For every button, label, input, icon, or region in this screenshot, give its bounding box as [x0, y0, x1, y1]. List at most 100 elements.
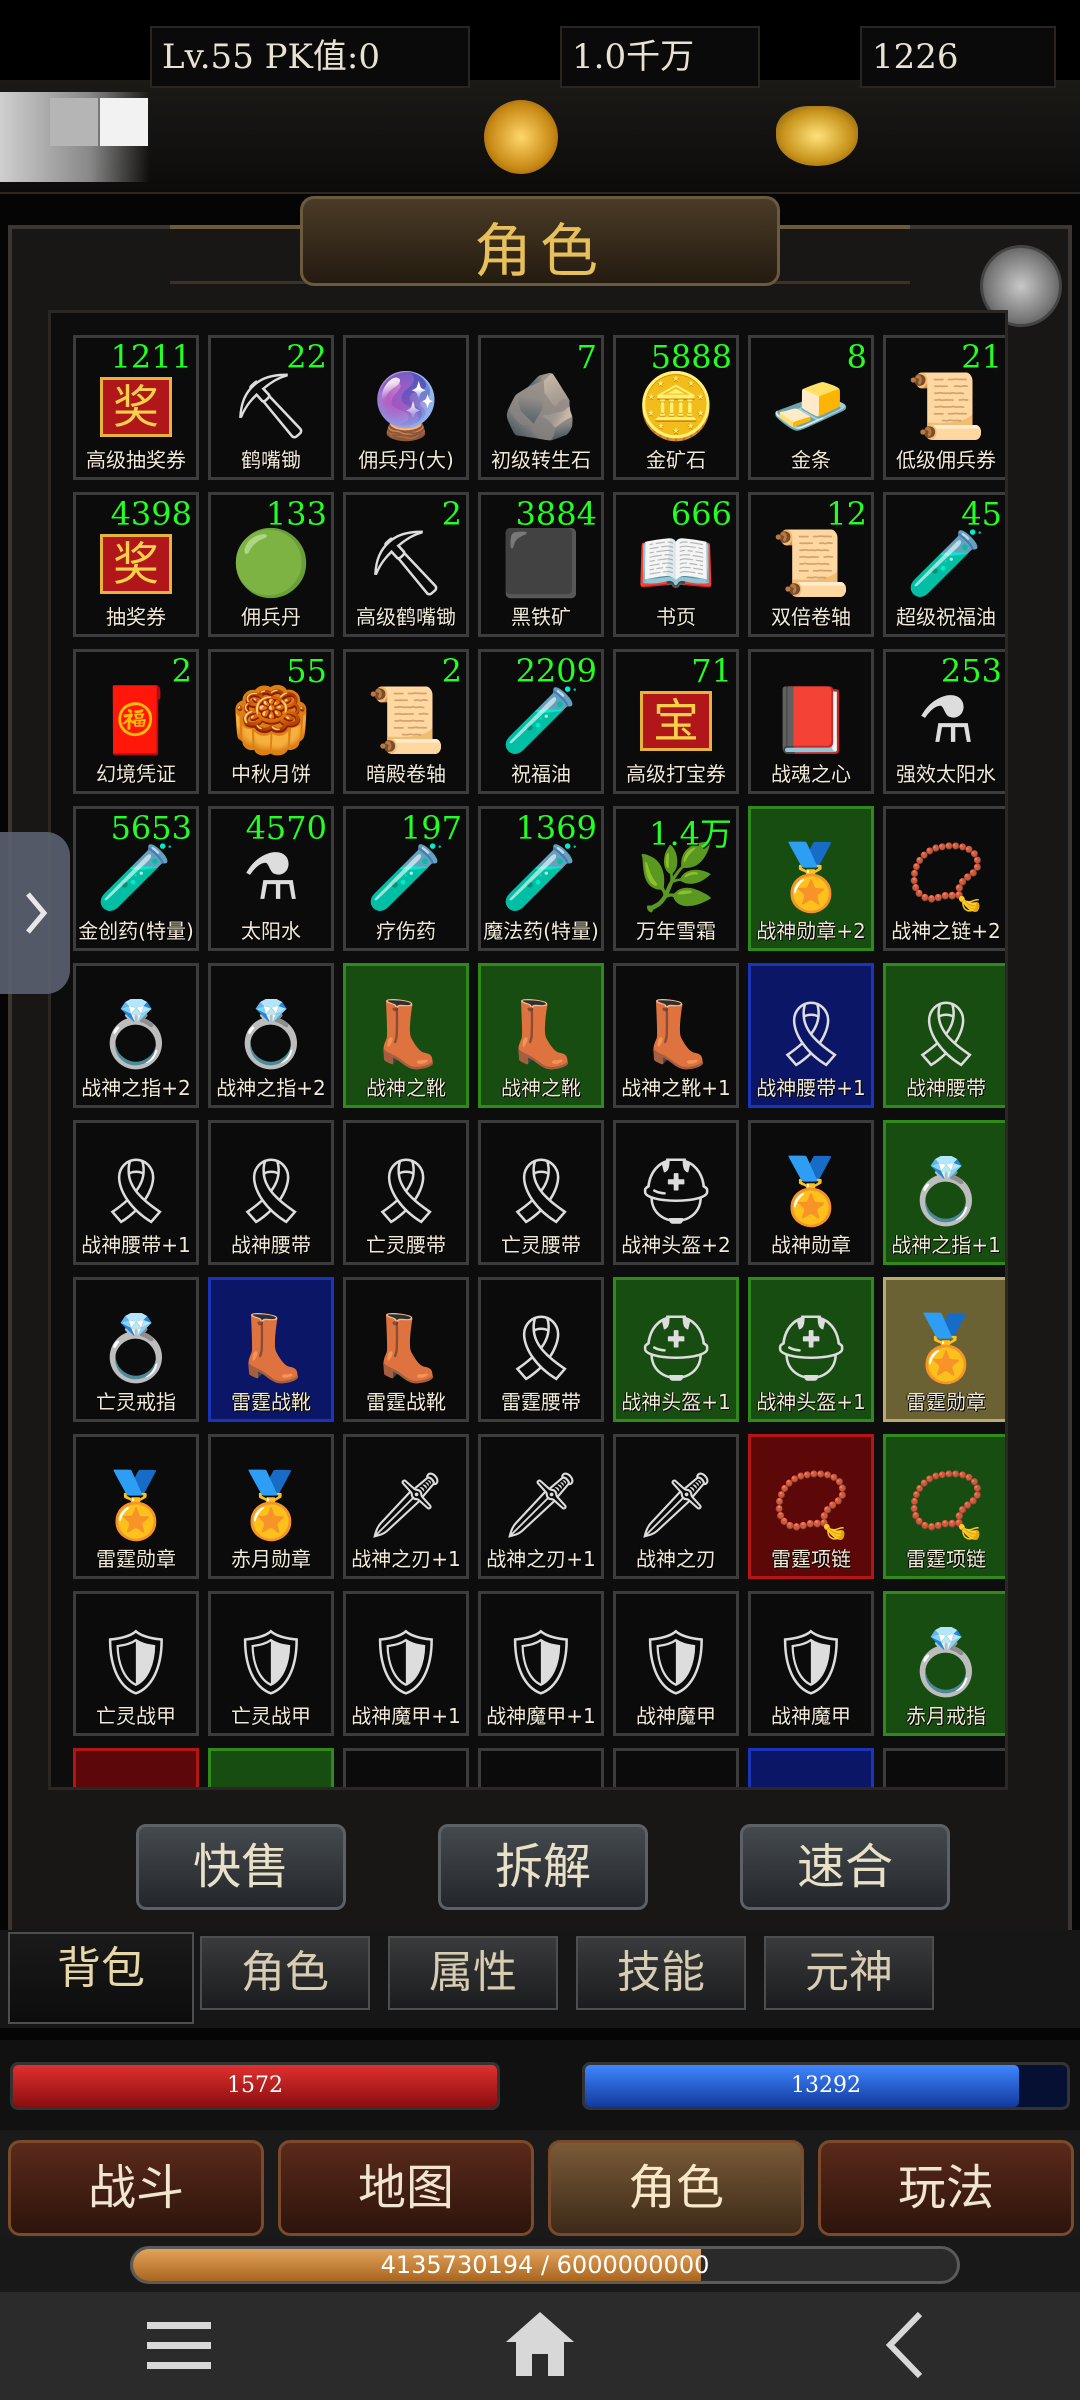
- inventory-slot[interactable]: ⛑ 战神头盔+1: [748, 1277, 874, 1422]
- inventory-slot[interactable]: 奖 4398 抽奖券: [73, 492, 199, 637]
- inventory-slot[interactable]: ⚗ 4570 太阳水: [208, 806, 334, 951]
- item-icon: 奖: [100, 377, 172, 438]
- inventory-slot[interactable]: [208, 1748, 334, 1787]
- inventory-slot[interactable]: 👢 战神之靴+1: [613, 963, 739, 1108]
- item-name: 金条: [791, 448, 831, 472]
- inventory-slot[interactable]: 🧪 45 超级祝福油: [883, 492, 1005, 637]
- inventory-slot[interactable]: 🎗 战神腰带: [208, 1120, 334, 1265]
- inventory-slot[interactable]: 🧪 5653 金创药(特量): [73, 806, 199, 951]
- inventory-slot[interactable]: 🧪 1369 魔法药(特量): [478, 806, 604, 951]
- inventory-slot[interactable]: 🪙 5888 金矿石: [613, 335, 739, 480]
- inventory-slot[interactable]: 🏅 雷霆勋章: [883, 1277, 1005, 1422]
- item-name: 太阳水: [241, 919, 301, 943]
- tab-bag[interactable]: 背包: [8, 1932, 194, 2024]
- inventory-slot[interactable]: 💍 亡灵戒指: [73, 1277, 199, 1422]
- tab-attributes[interactable]: 属性: [388, 1936, 558, 2010]
- inventory-slot[interactable]: 🎗 战神腰带: [883, 963, 1005, 1108]
- inventory-slot[interactable]: 🏅 战神勋章+2: [748, 806, 874, 951]
- inventory-slot[interactable]: 📜 12 双倍卷轴: [748, 492, 874, 637]
- inventory-slot[interactable]: 🛡 战神魔甲+1: [343, 1591, 469, 1736]
- avatar-pixel: [100, 98, 148, 146]
- inventory-slot[interactable]: ⛏ 2 高级鹤嘴锄: [343, 492, 469, 637]
- inventory-slot[interactable]: 💍 赤月戒指: [883, 1591, 1005, 1736]
- inventory-slot[interactable]: 🛡 战神魔甲+1: [478, 1591, 604, 1736]
- inventory-slot[interactable]: 🛡 战神魔甲: [613, 1591, 739, 1736]
- inventory-slot[interactable]: 🎗 亡灵腰带: [343, 1120, 469, 1265]
- inventory-slot[interactable]: ⛏ 22 鹤嘴锄: [208, 335, 334, 480]
- item-icon: 🏅: [906, 1312, 986, 1387]
- inventory-slot[interactable]: 📖 666 书页: [613, 492, 739, 637]
- inventory-grid[interactable]: 奖 1211 高级抽奖券 ⛏ 22 鹤嘴锄 🔮 佣兵丹(大) 🪨 7 初级转生石 🪙 5888 金矿石 🧈 8…: [48, 310, 1008, 1790]
- inventory-slot[interactable]: 🧪 197 疗伤药: [343, 806, 469, 951]
- inventory-slot[interactable]: 💍 战神之指+2: [208, 963, 334, 1108]
- inventory-slot[interactable]: 📿 雷霆项链: [748, 1434, 874, 1579]
- inventory-slot[interactable]: 🛡 战神魔甲: [748, 1591, 874, 1736]
- inventory-slot[interactable]: ⛑ 战神头盔+2: [613, 1120, 739, 1265]
- tab-spirit[interactable]: 元神: [764, 1936, 934, 2010]
- inventory-slot[interactable]: 📿 雷霆项链: [883, 1434, 1005, 1579]
- inventory-slot[interactable]: 📜 21 低级佣兵券: [883, 335, 1005, 480]
- dismantle-button[interactable]: 拆解: [438, 1824, 648, 1910]
- inventory-slot[interactable]: 🗡 战神之刃+1: [478, 1434, 604, 1579]
- item-icon: 🗡: [365, 1469, 447, 1544]
- inventory-slot[interactable]: 🛡 亡灵战甲: [208, 1591, 334, 1736]
- inventory-slot[interactable]: ⬛ 3884 黑铁矿: [478, 492, 604, 637]
- item-name: 强效太阳水: [896, 762, 996, 786]
- inventory-slot[interactable]: 🎗 战神腰带+1: [73, 1120, 199, 1265]
- inventory-slot[interactable]: 👢 雷霆战靴: [208, 1277, 334, 1422]
- inventory-slot[interactable]: 🎗 亡灵腰带: [478, 1120, 604, 1265]
- inventory-slot[interactable]: 💍 战神之指+2: [73, 963, 199, 1108]
- side-expand-tab[interactable]: [0, 832, 70, 994]
- inventory-slot[interactable]: [613, 1748, 739, 1787]
- back-icon[interactable]: [880, 2310, 930, 2384]
- inventory-slot[interactable]: 🧪 2209 祝福油: [478, 649, 604, 794]
- item-icon: ⛑: [635, 1312, 717, 1387]
- inventory-slot[interactable]: 🪨 7 初级转生石: [478, 335, 604, 480]
- inventory-slot[interactable]: 📿 战神之链+2: [883, 806, 1005, 951]
- item-name: 雷霆项链: [771, 1547, 851, 1571]
- home-icon[interactable]: [504, 2310, 576, 2382]
- inventory-slot[interactable]: 🧧 2 幻境凭证: [73, 649, 199, 794]
- inventory-slot[interactable]: 💍 战神之指+1: [883, 1120, 1005, 1265]
- inventory-slot[interactable]: 🏅 赤月勋章: [208, 1434, 334, 1579]
- inventory-slot[interactable]: [73, 1748, 199, 1787]
- menu-icon[interactable]: [145, 2318, 215, 2378]
- inventory-slot[interactable]: [883, 1748, 1005, 1787]
- item-count: 55: [286, 652, 327, 690]
- item-name: 抽奖券: [106, 605, 166, 629]
- inventory-slot[interactable]: 🔮 佣兵丹(大): [343, 335, 469, 480]
- inventory-slot[interactable]: 奖 1211 高级抽奖券: [73, 335, 199, 480]
- inventory-slot[interactable]: 🛡 亡灵战甲: [73, 1591, 199, 1736]
- inventory-slot[interactable]: 🌿 1.4万 万年雪霜: [613, 806, 739, 951]
- inventory-slot[interactable]: 👢 战神之靴: [343, 963, 469, 1108]
- inventory-slot[interactable]: 📕 战魂之心: [748, 649, 874, 794]
- tab-role[interactable]: 角色: [200, 1936, 370, 2010]
- inventory-slot[interactable]: 📜 2 暗殿卷轴: [343, 649, 469, 794]
- nav-role[interactable]: 角色: [548, 2140, 804, 2236]
- inventory-slot[interactable]: 🧈 8 金条: [748, 335, 874, 480]
- inventory-slot[interactable]: 🥮 55 中秋月饼: [208, 649, 334, 794]
- inventory-slot[interactable]: ⚗ 253 强效太阳水: [883, 649, 1005, 794]
- inventory-slot[interactable]: 宝 71 高级打宝券: [613, 649, 739, 794]
- inventory-slot[interactable]: [478, 1748, 604, 1787]
- nav-map[interactable]: 地图: [278, 2140, 534, 2236]
- inventory-slot[interactable]: 👢 雷霆战靴: [343, 1277, 469, 1422]
- inventory-slot[interactable]: 🎗 雷霆腰带: [478, 1277, 604, 1422]
- inventory-slot[interactable]: 👢 战神之靴: [478, 963, 604, 1108]
- item-icon: 🎗: [905, 998, 987, 1073]
- inventory-slot[interactable]: 🗡 战神之刃+1: [343, 1434, 469, 1579]
- merge-button[interactable]: 速合: [740, 1824, 950, 1910]
- nav-gameplay[interactable]: 玩法: [818, 2140, 1074, 2236]
- item-count: 5653: [110, 809, 192, 847]
- inventory-slot[interactable]: [343, 1748, 469, 1787]
- inventory-slot[interactable]: [748, 1748, 874, 1787]
- tab-skills[interactable]: 技能: [576, 1936, 746, 2010]
- nav-battle[interactable]: 战斗: [8, 2140, 264, 2236]
- inventory-slot[interactable]: 🟢 133 佣兵丹: [208, 492, 334, 637]
- inventory-slot[interactable]: 🏅 雷霆勋章: [73, 1434, 199, 1579]
- inventory-slot[interactable]: 🏅 战神勋章: [748, 1120, 874, 1265]
- inventory-slot[interactable]: 🎗 战神腰带+1: [748, 963, 874, 1108]
- quick-sell-button[interactable]: 快售: [136, 1824, 346, 1910]
- inventory-slot[interactable]: ⛑ 战神头盔+1: [613, 1277, 739, 1422]
- inventory-slot[interactable]: 🗡 战神之刃: [613, 1434, 739, 1579]
